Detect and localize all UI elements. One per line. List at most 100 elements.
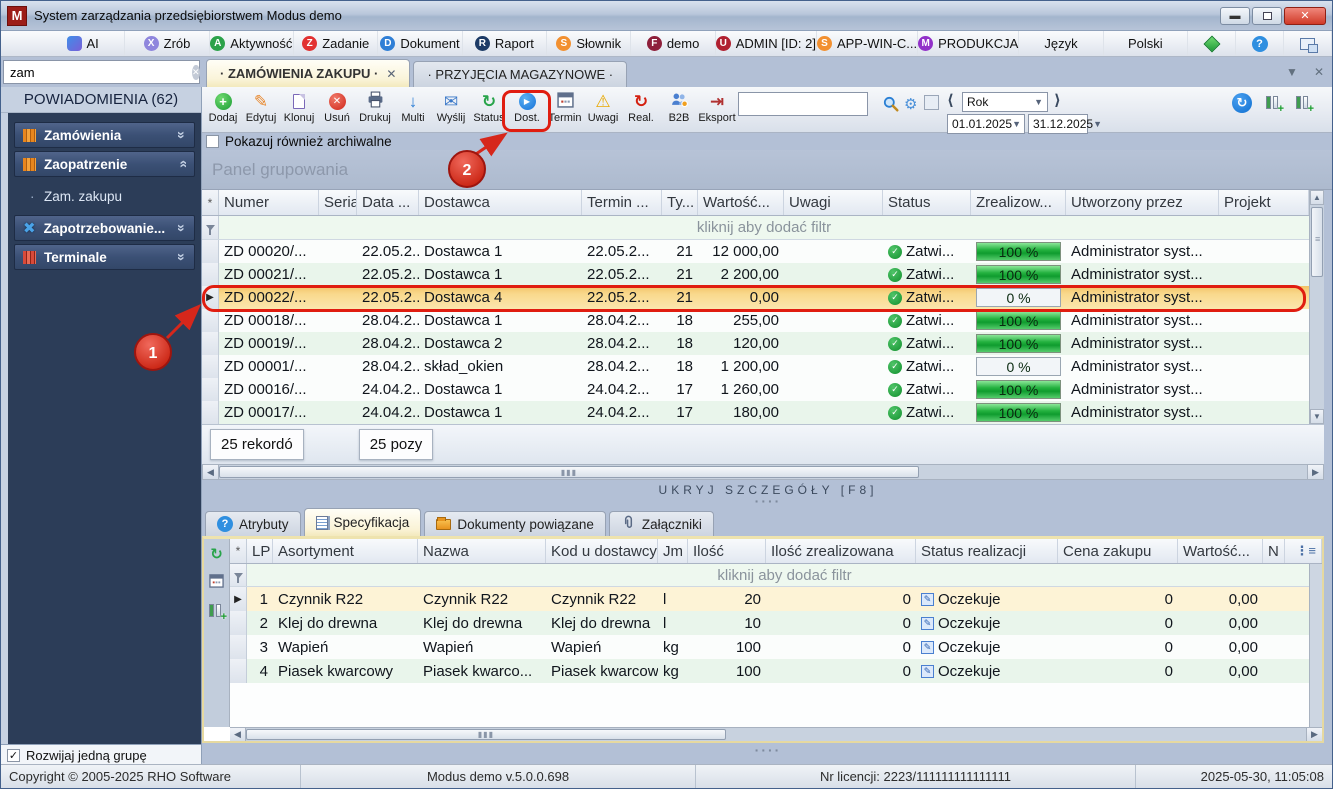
grid-quick-filter-input[interactable] <box>739 93 867 115</box>
order-row[interactable]: ZD 00001/...28.04.2...skład_okien28.04.2… <box>202 355 1309 378</box>
close-button[interactable]: ✕ <box>1284 7 1326 25</box>
toolbar-button-b2b[interactable]: B2B <box>660 90 698 124</box>
column-header-seria[interactable]: Seria <box>319 190 357 215</box>
toolbar-button-termin[interactable]: Termin <box>546 90 584 124</box>
tab-zamowienia-zakupu[interactable]: · ZAMÓWIENIA ZAKUPU · ✕ <box>206 59 410 87</box>
menu-item-polski[interactable]: Polski <box>1104 31 1188 56</box>
tab-przyjecia-magazynowe[interactable]: · PRZYJĘCIA MAGAZYNOWE · <box>413 61 627 87</box>
sidebar-search[interactable]: ✕ <box>3 60 200 84</box>
detail-tab-atrybuty[interactable]: ?Atrybuty <box>205 511 301 536</box>
add-column-icon[interactable]: + <box>1265 95 1282 112</box>
scroll-up-icon[interactable]: ▲ <box>1310 190 1324 205</box>
scroll-thumb[interactable]: ▮▮▮ <box>246 729 726 740</box>
order-row[interactable]: ZD 00020/...22.05.2...Dostawca 122.05.2.… <box>202 240 1309 263</box>
column-header-wartosc[interactable]: Wartość... <box>1178 539 1263 563</box>
column-header-typ[interactable]: Ty... <box>662 190 698 215</box>
date-from-select[interactable]: 01.01.2025▼ <box>947 114 1025 134</box>
detail-horizontal-scrollbar[interactable]: ◀ ▮▮▮ ▶ <box>230 727 1322 741</box>
detail-tab-za-czniki[interactable]: Załączniki <box>609 511 714 536</box>
column-header-nazwa[interactable]: Nazwa <box>418 539 546 563</box>
toolbar-button-usu[interactable]: ✕Usuń <box>318 90 356 124</box>
column-header-data[interactable]: Data ...▼ <box>357 190 419 215</box>
toolbar-button-wy-lij[interactable]: ✉Wyślij <box>432 90 470 124</box>
column-header-dostawca[interactable]: Dostawca <box>419 190 582 215</box>
menu-item-dokument[interactable]: DDokument <box>378 31 462 56</box>
column-header-wartosc[interactable]: Wartość... <box>698 190 784 215</box>
column-header-lp[interactable]: LP <box>247 539 273 563</box>
column-header-ilosc_zreal[interactable]: Ilość zrealizowana <box>766 539 916 563</box>
column-header-cena[interactable]: Cena zakupu <box>1058 539 1178 563</box>
menu-item-j-zyk[interactable]: Język <box>1019 31 1103 56</box>
column-header-projekt[interactable]: Projekt <box>1219 190 1309 215</box>
detail-vertical-scrollbar[interactable] <box>1309 564 1322 727</box>
minimize-button[interactable]: ▬ <box>1220 7 1250 25</box>
toolbar-button-real[interactable]: ↻Real. <box>622 90 660 124</box>
menu-item-raport[interactable]: RRaport <box>463 31 547 56</box>
detail-calendar-icon[interactable] <box>209 573 224 593</box>
clear-search-icon[interactable]: ✕ <box>192 65 200 80</box>
detail-grid-filter-row[interactable]: kliknij aby dodać filtr <box>230 564 1322 587</box>
detail-tab-dokumenty-powi-zane[interactable]: Dokumenty powiązane <box>424 511 606 536</box>
detail-row[interactable]: ▶1Czynnik R22Czynnik R22Czynnik R22l200✎… <box>230 587 1322 611</box>
detail-add-column-icon[interactable]: + <box>208 603 225 620</box>
column-header-ilosc[interactable]: Ilość <box>688 539 766 563</box>
column-chooser-icon[interactable]: ⋮≡ <box>1295 543 1316 559</box>
detail-row[interactable]: 3WapieńWapieńWapieńkg1000✎Oczekuje00,00 <box>230 635 1322 659</box>
period-type-select[interactable]: Rok▼ <box>962 92 1048 112</box>
next-period-icon[interactable]: ⟩ <box>1054 91 1061 109</box>
column-header-n[interactable]: N <box>1263 539 1285 563</box>
orders-grid-filter-row[interactable]: kliknij aby dodać filtr <box>202 216 1309 240</box>
close-all-tabs-icon[interactable]: ✕ <box>1314 65 1324 79</box>
refresh-grid-icon[interactable]: ↻ <box>1232 93 1252 113</box>
menu-item-produkcja[interactable]: MPRODUKCJA <box>918 31 1019 56</box>
toolbar-button-edytuj[interactable]: ✎Edytuj <box>242 90 280 124</box>
detail-refresh-icon[interactable]: ↻ <box>210 545 223 563</box>
toolbar-button-status[interactable]: ↻Status <box>470 90 508 124</box>
menu-help[interactable]: ? <box>1236 31 1284 56</box>
menu-item-s-ownik[interactable]: SSłownik <box>547 31 631 56</box>
column-chooser-cell[interactable]: ⋮≡ <box>1285 539 1322 563</box>
tab-list-dropdown-icon[interactable]: ▼ <box>1286 65 1298 79</box>
column-header-status[interactable]: Status <box>883 190 971 215</box>
splitter-grip[interactable]: ···· <box>755 746 782 754</box>
magnifier-icon[interactable] <box>882 95 900 118</box>
sidebar-group-zam-wienia[interactable]: Zamówienia» <box>14 122 195 148</box>
toolbar-button-drukuj[interactable]: Drukuj <box>356 90 394 124</box>
date-to-select[interactable]: 31.12.2025▼ <box>1028 114 1088 134</box>
menu-item-zr-b[interactable]: XZrób <box>125 31 209 56</box>
filter-toggle-checkbox[interactable] <box>924 95 939 110</box>
menu-external-window[interactable] <box>1284 31 1332 56</box>
column-header-termin[interactable]: Termin ... <box>582 190 662 215</box>
menu-item-aktywno[interactable]: AAktywność <box>210 31 294 56</box>
scroll-down-icon[interactable]: ▼ <box>1310 409 1324 424</box>
menu-item-admin-id-2[interactable]: UADMIN [ID: 2] <box>716 31 817 56</box>
splitter-grip[interactable]: ···· <box>755 497 782 505</box>
search-input[interactable] <box>4 65 192 80</box>
order-row[interactable]: ZD 00019/...28.04.2...Dostawca 228.04.2.… <box>202 332 1309 355</box>
column-header-zrealizowano[interactable]: Zrealizow... <box>971 190 1066 215</box>
toolbar-button-dost[interactable]: ▶Dost. <box>508 90 546 124</box>
grouping-panel[interactable]: Panel grupowania <box>202 150 1333 190</box>
bottom-splitter[interactable]: ···· <box>202 743 1333 757</box>
previous-period-icon[interactable]: ⟨ <box>947 91 954 109</box>
expand-one-group-checkbox[interactable]: ✓ <box>7 749 20 762</box>
toolbar-button-eksport[interactable]: ⇥Eksport <box>698 90 736 124</box>
toolbar-button-dodaj[interactable]: +Dodaj <box>204 90 242 124</box>
scroll-right-icon[interactable]: ▶ <box>1307 465 1323 479</box>
toolbar-button-multi[interactable]: ↓Multi <box>394 90 432 124</box>
settings-gear-icon[interactable]: ⚙ <box>904 95 917 113</box>
scroll-thumb[interactable] <box>1311 207 1323 277</box>
order-row[interactable]: ▶ZD 00022/...22.05.2...Dostawca 422.05.2… <box>202 286 1309 309</box>
menu-item-demo[interactable]: Fdemo <box>631 31 715 56</box>
menu-item-zadanie[interactable]: ZZadanie <box>294 31 378 56</box>
details-splitter[interactable]: UKRYJ SZCZEGÓŁY [F8] ···· <box>202 480 1333 508</box>
column-header-status[interactable]: Status realizacji <box>916 539 1058 563</box>
sidebar-group-zaopatrzenie[interactable]: Zaopatrzenie» <box>14 151 195 177</box>
menu-item-ai[interactable]: AI <box>41 31 125 56</box>
order-row[interactable]: ZD 00017/...24.04.2...Dostawca 124.04.2.… <box>202 401 1309 424</box>
orders-horizontal-scrollbar[interactable]: ◀ ▮▮▮ ▶ <box>202 464 1324 480</box>
grid-quick-filter[interactable] <box>738 92 868 116</box>
menu-item-app-win-c[interactable]: SAPP-WIN-C... <box>817 31 918 56</box>
sidebar-group-zapotrzebowanie[interactable]: ✖Zapotrzebowanie...» <box>14 215 195 241</box>
maximize-button[interactable] <box>1252 7 1282 25</box>
